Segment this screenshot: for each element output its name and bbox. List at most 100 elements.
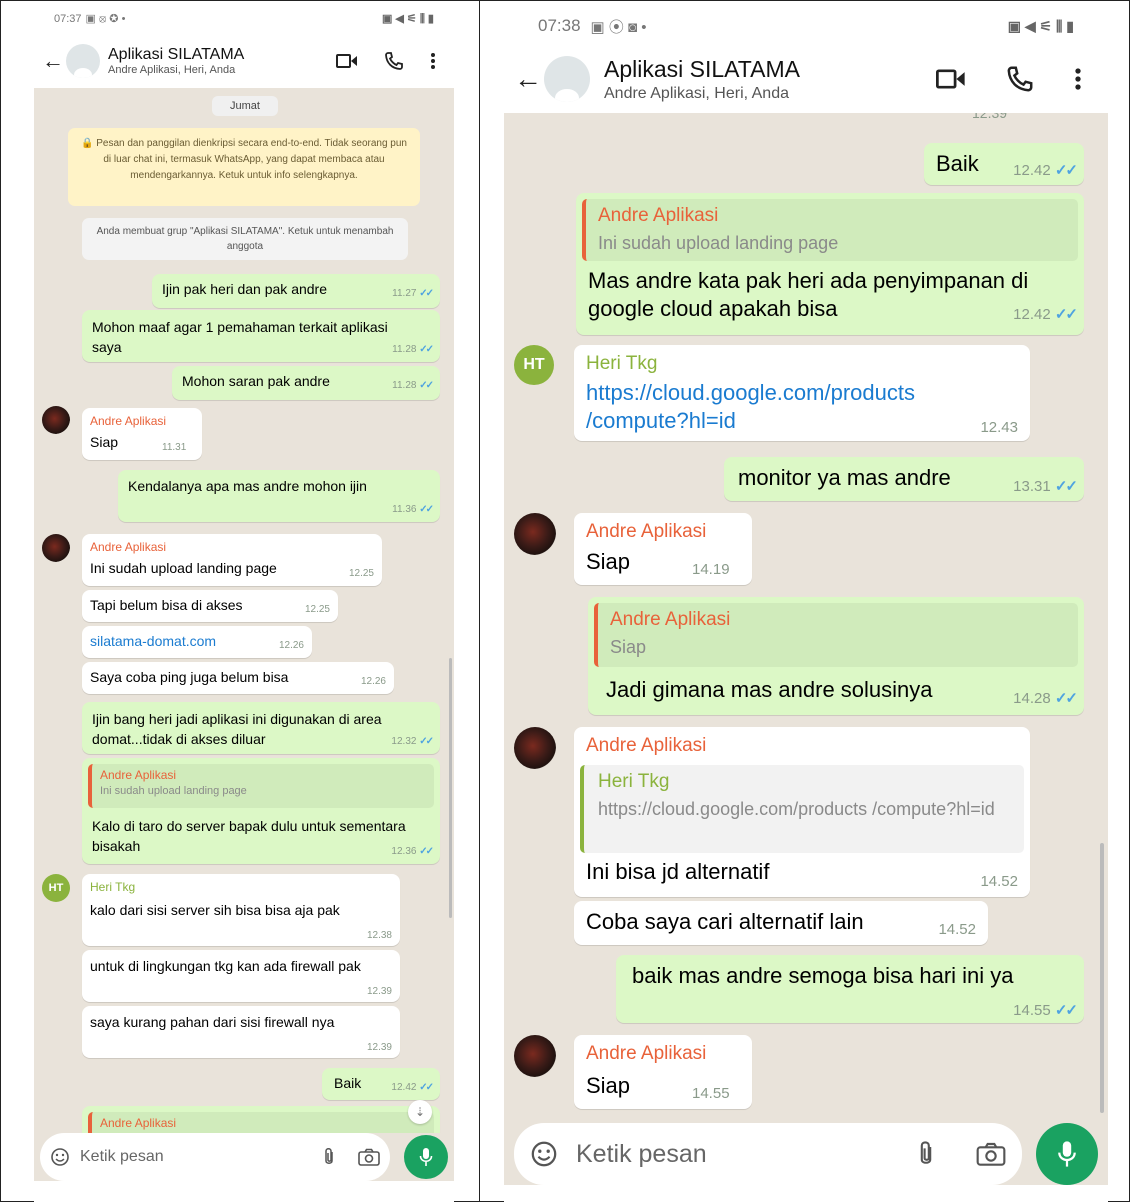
mic-button[interactable] xyxy=(1036,1123,1098,1185)
message-bubble[interactable]: Andre Aplikasi Siap 14.19 xyxy=(574,513,752,585)
quoted-message[interactable]: Andre Aplikasi xyxy=(88,1112,434,1133)
phone-call-icon[interactable] xyxy=(1006,65,1034,93)
message-time: 11.36 xyxy=(392,504,417,515)
message-text: Baik xyxy=(334,1075,362,1091)
avatar[interactable]: HT xyxy=(514,345,554,385)
message-time: 12.25 xyxy=(304,604,330,615)
message-time: 14.55 xyxy=(1013,1002,1051,1019)
message-text: kalo dari sisi server sih bisa bisa aja … xyxy=(90,902,340,918)
avatar[interactable] xyxy=(514,727,556,769)
avatar[interactable] xyxy=(42,406,70,434)
sender-name[interactable]: Andre Aplikasi xyxy=(586,521,706,543)
status-bar: 07:38 ▣ ⦿ ◙ • ▣ ◀ ⚟ ⫼ ▮ xyxy=(504,13,1108,39)
message-bubble[interactable]: saya kurang pahan dari sisi firewall nya… xyxy=(82,1006,400,1058)
quoted-message[interactable]: Andre Aplikasi Ini sudah upload landing … xyxy=(582,199,1078,261)
scrollbar[interactable] xyxy=(449,658,452,918)
message-bubble[interactable]: Andre Aplikasi Ini sudah upload landing … xyxy=(576,193,1084,335)
chat-area[interactable]: Jumat 🔒 Pesan dan panggilan dienkripsi s… xyxy=(34,88,454,1133)
emoji-icon[interactable] xyxy=(530,1140,558,1168)
status-icons: ▣ ⦿ ◙ • xyxy=(590,18,647,36)
group-avatar[interactable] xyxy=(544,56,590,102)
sender-name[interactable]: Andre Aplikasi xyxy=(586,1043,706,1065)
emoji-icon[interactable] xyxy=(50,1147,70,1167)
double-check-icon: ✓✓ xyxy=(1054,690,1078,707)
quoted-message[interactable]: Andre Aplikasi Ini sudah upload landing … xyxy=(88,764,434,808)
message-bubble[interactable]: Tapi belum bisa di akses 12.25 xyxy=(82,590,338,622)
camera-icon[interactable] xyxy=(358,1148,381,1166)
quoted-message[interactable]: Heri Tkg https://cloud.google.com/produc… xyxy=(580,765,1024,853)
message-time: 12.39 xyxy=(366,1042,392,1053)
chat-title-block[interactable]: Aplikasi SILATAMA Andre Aplikasi, Heri, … xyxy=(108,46,244,76)
video-call-icon[interactable] xyxy=(336,53,358,69)
panel-divider xyxy=(479,1,480,1202)
message-bubble[interactable]: untuk di lingkungan tkg kan ada firewall… xyxy=(82,950,400,1002)
more-vert-icon[interactable] xyxy=(430,52,436,70)
status-right-icons: ▣ ◀ ⚟ ⫼ ▮ xyxy=(1007,17,1074,34)
message-bubble[interactable]: Coba saya cari alternatif lain 14.52 xyxy=(574,901,988,945)
sender-name[interactable]: Heri Tkg xyxy=(90,880,135,894)
avatar[interactable] xyxy=(514,513,556,555)
message-bubble[interactable]: Andre Aplikasi Siap 14.55 xyxy=(574,1035,752,1109)
message-input[interactable]: Ketik pesan xyxy=(514,1123,1023,1185)
message-bubble[interactable]: Andre Aplikasi Siap 11.31 xyxy=(82,408,202,460)
chat-header: ← Aplikasi SILATAMA Andre Aplikasi, Heri… xyxy=(504,45,1108,113)
message-bubble[interactable]: Heri Tkg https://cloud.google.com/produc… xyxy=(574,345,1030,441)
message-bubble[interactable]: Andre Aplikasi Ini sudah upload landing … xyxy=(82,758,440,864)
double-check-icon: ✓✓ xyxy=(419,380,434,391)
message-bubble[interactable]: silatama-domat.com 12.26 xyxy=(82,626,312,658)
scroll-down-icon[interactable]: ⇣ xyxy=(408,1100,432,1124)
sender-name[interactable]: Heri Tkg xyxy=(586,353,657,375)
back-arrow-icon[interactable]: ← xyxy=(514,63,542,95)
sender-name[interactable]: Andre Aplikasi xyxy=(90,540,166,554)
avatar[interactable]: HT xyxy=(42,874,70,902)
message-text: Ini bisa jd alternatif xyxy=(586,859,770,884)
quote-sender: Andre Aplikasi xyxy=(598,205,719,226)
phone-call-icon[interactable] xyxy=(384,51,404,71)
quoted-message[interactable]: Andre Aplikasi Siap xyxy=(594,603,1078,667)
message-text: Ini sudah upload landing page xyxy=(90,560,277,576)
message-bubble[interactable]: baik mas andre semoga bisa hari ini ya 1… xyxy=(616,955,1084,1023)
attach-icon[interactable] xyxy=(322,1147,336,1167)
message-text: Coba saya cari alternatif lain xyxy=(586,909,864,934)
sender-name[interactable]: Andre Aplikasi xyxy=(90,414,166,428)
encryption-notice[interactable]: 🔒 Pesan dan panggilan dienkripsi secara … xyxy=(68,128,420,206)
input-placeholder: Ketik pesan xyxy=(576,1139,707,1168)
message-bubble[interactable]: Andre Aplikasi Ini sudah upload landing … xyxy=(82,534,382,586)
chat-area[interactable]: 12.39 Baik 12.42 ✓✓ Andre Aplikasi Ini s… xyxy=(504,113,1108,1123)
message-time: 12.26 xyxy=(278,640,304,651)
message-bubble[interactable]: Ijin pak heri dan pak andre 11.27 ✓✓ xyxy=(152,274,440,308)
message-bubble[interactable]: Mohon saran pak andre 11.28 ✓✓ xyxy=(172,366,440,400)
group-created-notice[interactable]: Anda membuat grup "Aplikasi SILATAMA". K… xyxy=(82,218,408,260)
chat-title-block[interactable]: Aplikasi SILATAMA Andre Aplikasi, Heri, … xyxy=(604,56,800,103)
avatar[interactable] xyxy=(514,1035,556,1077)
message-bubble[interactable]: Baik 12.42 ✓✓ xyxy=(924,143,1084,185)
message-link[interactable]: silatama-domat.com xyxy=(90,633,216,649)
video-call-icon[interactable] xyxy=(936,68,966,90)
message-bubble[interactable]: Ijin bang heri jadi aplikasi ini digunak… xyxy=(82,702,440,754)
back-arrow-icon[interactable]: ← xyxy=(42,48,64,74)
message-bubble[interactable]: Heri Tkg kalo dari sisi server sih bisa … xyxy=(82,874,400,946)
group-avatar[interactable] xyxy=(66,43,100,78)
message-text: Siap xyxy=(90,434,119,450)
camera-icon[interactable] xyxy=(976,1142,1006,1166)
message-time: 14.28 xyxy=(1013,690,1051,707)
message-input[interactable]: Ketik pesan xyxy=(40,1133,391,1181)
double-check-icon: ✓✓ xyxy=(1054,162,1078,179)
more-vert-icon[interactable] xyxy=(1074,67,1082,91)
mic-button[interactable] xyxy=(404,1135,448,1179)
sender-name[interactable]: Andre Aplikasi xyxy=(586,735,706,757)
message-bubble[interactable]: Andre Aplikasi xyxy=(82,1106,440,1133)
attach-icon[interactable] xyxy=(916,1140,936,1168)
message-bubble[interactable]: Saya coba ping juga belum bisa 12.26 xyxy=(82,662,394,694)
message-bubble[interactable]: Andre Aplikasi Siap Jadi gimana mas andr… xyxy=(588,597,1084,715)
avatar[interactable] xyxy=(42,534,70,562)
message-time: 14.52 xyxy=(938,921,976,938)
scrollbar[interactable] xyxy=(1100,843,1104,1113)
message-bubble[interactable]: Andre Aplikasi Heri Tkg https://cloud.go… xyxy=(574,727,1030,897)
message-bubble[interactable]: Mohon maaf agar 1 pemahaman terkait apli… xyxy=(82,310,440,362)
message-bubble[interactable]: Kendalanya apa mas andre mohon ijin 11.3… xyxy=(118,470,440,522)
message-link[interactable]: https://cloud.google.com/products /compu… xyxy=(586,379,1006,435)
message-bubble[interactable]: Baik 12.42 ✓✓ xyxy=(322,1068,440,1100)
message-bubble[interactable]: monitor ya mas andre 13.31 ✓✓ xyxy=(724,457,1084,501)
message-time: 12.42 xyxy=(391,1082,417,1093)
